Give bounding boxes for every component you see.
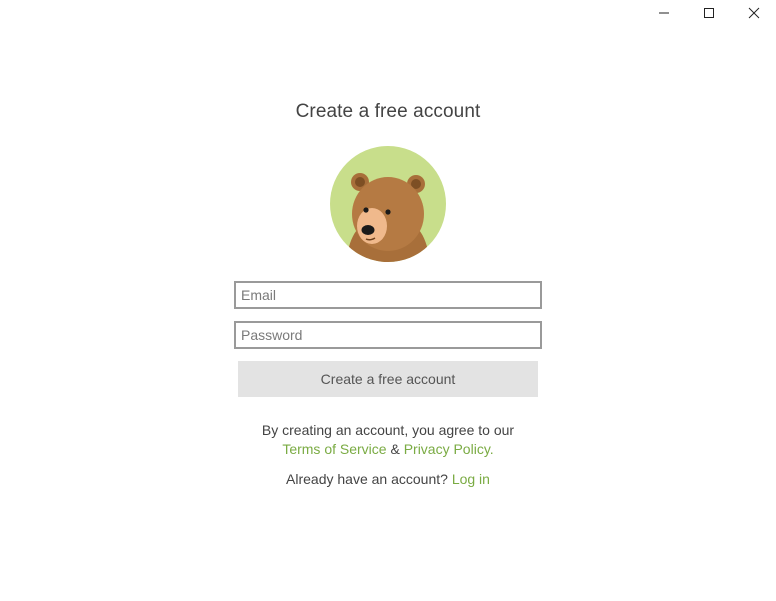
bear-avatar-icon	[330, 146, 446, 262]
create-account-button[interactable]: Create a free account	[238, 361, 538, 397]
page-title: Create a free account	[295, 101, 481, 122]
signup-form: Create a free account Create a free acco…	[0, 0, 776, 487]
terms-ampersand: &	[390, 441, 400, 457]
terms-notice: By creating an account, you agree to our…	[262, 421, 514, 459]
password-field[interactable]	[234, 321, 542, 349]
log-in-link[interactable]: Log in	[452, 471, 490, 487]
terms-of-service-link[interactable]: Terms of Service	[282, 441, 386, 457]
terms-text: By creating an account, you agree to our	[261, 422, 515, 438]
login-prompt: Already have an account? Log in	[286, 471, 490, 487]
email-field[interactable]	[234, 281, 542, 309]
login-prompt-text: Already have an account?	[286, 471, 448, 487]
terms-links: Terms of Service & Privacy Policy.	[262, 440, 514, 459]
privacy-policy-link[interactable]: Privacy Policy.	[404, 441, 494, 457]
